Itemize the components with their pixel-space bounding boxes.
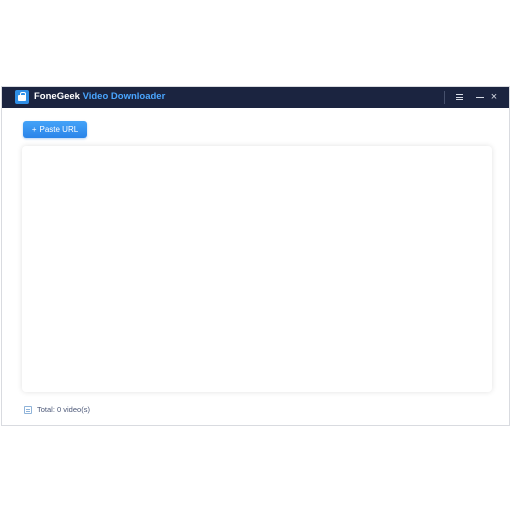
title-bar[interactable]: FoneGeek Video Downloader × — [2, 87, 509, 108]
close-icon: × — [490, 91, 498, 103]
minimize-button[interactable] — [473, 90, 487, 104]
app-logo-icon — [15, 90, 29, 104]
paste-url-label: Paste URL — [39, 125, 79, 134]
app-title-brand: FoneGeek — [34, 91, 80, 102]
app-title: FoneGeek Video Downloader — [34, 91, 165, 103]
plus-icon: + — [31, 125, 37, 134]
app-window: FoneGeek Video Downloader × + Paste URL T… — [1, 86, 510, 426]
menu-button[interactable] — [453, 90, 467, 104]
titlebar-divider — [444, 91, 445, 104]
app-title-product: Video Downloader — [82, 91, 166, 102]
list-icon — [24, 406, 32, 414]
total-videos-text: Total: 0 video(s) — [37, 405, 90, 414]
close-button[interactable]: × — [487, 90, 501, 104]
minimize-icon — [476, 97, 484, 98]
menu-icon — [456, 94, 463, 100]
download-list-panel[interactable] — [22, 146, 492, 392]
paste-url-button[interactable]: + Paste URL — [23, 121, 87, 138]
